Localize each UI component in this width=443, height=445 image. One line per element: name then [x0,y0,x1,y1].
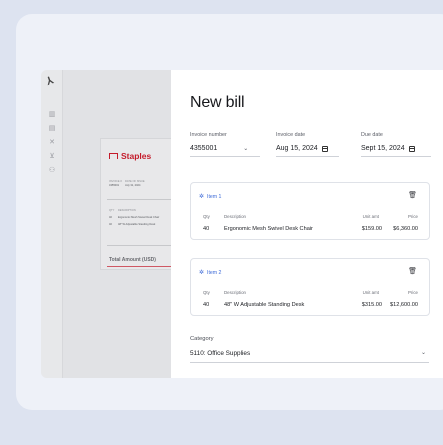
chevron-down-icon[interactable]: ⌄ [421,349,426,356]
item-unit-amount[interactable]: $159.00 [362,226,382,232]
divider [107,199,181,200]
chart-icon[interactable]: ▥ [46,110,58,118]
invoice-date-field[interactable]: Aug 15, 2024 [276,145,328,152]
item-unit-amount[interactable]: $315.00 [362,302,382,308]
line-item-header[interactable]: ✲ Item 1 [199,193,222,201]
col-qty-header: Qty [203,290,210,295]
invoice-date-value: Aug 15, 2024 [276,145,318,152]
item-price: $6,360.00 [393,226,418,232]
item-qty[interactable]: 40 [203,302,209,308]
preview-row-qty: 40 [109,216,112,219]
due-date-value: Sept 15, 2024 [361,145,405,152]
preview-meta-label: INVOICE # [109,180,122,183]
col-qty-header: Qty [203,214,210,219]
field-underline [190,156,260,157]
calendar-icon[interactable] [408,145,415,152]
item-qty[interactable]: 40 [203,226,209,232]
col-unit-header: Unit amt [362,290,379,295]
chevron-down-icon: ⌄ [243,146,249,152]
collapse-icon: ✲ [199,194,205,200]
field-underline [190,362,429,363]
preview-meta-label: DATE OF ISSUE [125,180,145,183]
vendor-logo: Staples [109,151,151,161]
invoice-number-value: 4355001 [190,145,218,152]
line-item-card: ✲ Item 2 🗑 Qty Description Unit amt Pric… [190,258,430,316]
item-price: $12,600.00 [390,302,418,308]
item-description[interactable]: 48" W Adjustable Standing Desk [224,302,304,308]
category-label: Category [190,336,214,342]
due-date-field[interactable]: Sept 15, 2024 [361,145,415,152]
item-description[interactable]: Ergonomic Mesh Swivel Desk Chair [224,226,313,232]
invoice-date-label: Invoice date [276,132,306,138]
divider [107,245,181,246]
trash-icon[interactable]: 🗑 [408,267,417,275]
line-item-header[interactable]: ✲ Item 2 [199,269,222,277]
preview-meta-value: 4355001 [109,184,120,187]
field-underline [361,156,431,157]
col-price-header: Price [407,214,418,219]
preview-row-desc: 48" W Adjustable Standing Desk [118,223,156,226]
collapse-icon: ✲ [199,270,205,276]
cart-icon[interactable]: ⊻ [46,152,58,160]
calendar-icon[interactable] [321,145,328,152]
users-icon[interactable]: ⚇ [46,166,58,174]
invoice-number-label: Invoice number [190,132,227,138]
line-item-name: Item 2 [207,269,222,276]
preview-meta-value: July 31, 2024 [125,184,141,187]
app-logo-icon: ⅄ [45,75,55,88]
preview-row-qty: 40 [109,223,112,226]
invoice-number-select[interactable]: 4355001 ⌄ [190,145,248,152]
col-description-header: Description [224,290,246,295]
col-description-header: Description [224,214,246,219]
trash-icon[interactable]: 🗑 [408,191,417,199]
page-title: New bill [190,94,245,111]
line-item-card: ✲ Item 1 🗑 Qty Description Unit amt Pric… [190,182,430,240]
staples-logo-icon [109,153,118,159]
divider [107,266,181,267]
col-unit-header: Unit amt [362,214,379,219]
preview-col-header: QTY [109,209,115,212]
preview-row-desc: Ergonomic Mesh Swivel Desk Chair [118,216,160,219]
close-icon[interactable]: ✕ [46,138,58,146]
left-rail: ⅄ ▥ ▤ ✕ ⊻ ⚇ [41,70,63,378]
line-item-name: Item 1 [207,193,222,200]
col-price-header: Price [407,290,418,295]
field-underline [276,156,339,157]
vendor-name: Staples [121,151,152,161]
preview-total-label: Total Amount (USD) [109,257,156,263]
due-date-label: Due date [361,132,383,138]
new-bill-panel: New bill Invoice number 4355001 ⌄ Invoic… [171,70,443,378]
receipt-icon[interactable]: ▤ [46,124,58,132]
preview-col-header: DESCRIPTION [118,209,136,212]
app-window: ⅄ ▥ ▤ ✕ ⊻ ⚇ Staples INVOICE # DATE OF IS… [41,70,443,378]
category-select[interactable]: 5110: Office Supplies [190,350,250,357]
invoice-preview: Staples INVOICE # DATE OF ISSUE 4355001 … [100,138,181,270]
